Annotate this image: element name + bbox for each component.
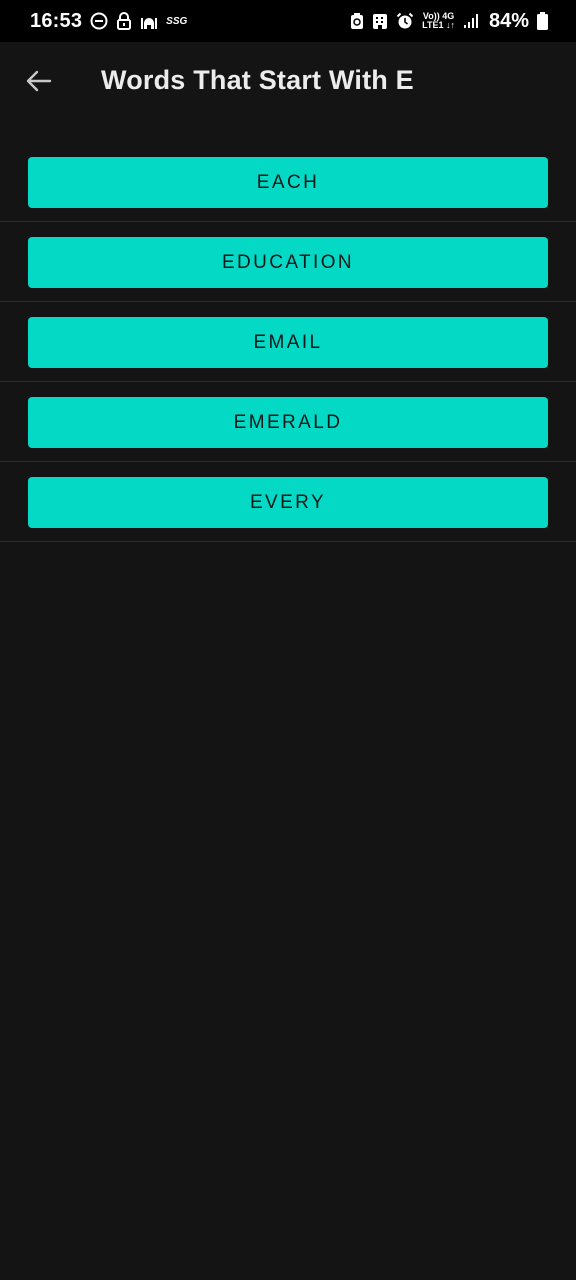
alarm-icon [396,12,414,30]
battery-icon [537,12,548,30]
signal-icon [463,13,481,29]
word-button-email[interactable]: EMAIL [28,317,548,368]
status-left: 16:53 SSG [30,10,187,33]
word-button-each[interactable]: EACH [28,157,548,208]
status-bar: 16:53 SSG Vo)) 4G LTE1 ↓↑ 84% [0,0,576,42]
list-item: EVERY [0,462,576,542]
status-right: Vo)) 4G LTE1 ↓↑ 84% [350,10,548,33]
mosque-icon [140,12,158,30]
word-list: EACH EDUCATION EMAIL EMERALD EVERY [0,142,576,542]
word-button-education[interactable]: EDUCATION [28,237,548,288]
battery-saver-icon [350,12,364,30]
app-bar: Words That Start With E [0,42,576,124]
lock-icon [116,12,132,30]
status-time: 16:53 [30,9,83,32]
building-icon [372,12,388,30]
list-item: EDUCATION [0,222,576,302]
do-not-disturb-icon [90,12,108,30]
battery-percent: 84% [488,9,529,32]
network-indicator: Vo)) 4G LTE1 ↓↑ [422,12,455,30]
word-button-every[interactable]: EVERY [28,477,548,528]
network-bottom: LTE1 ↓↑ [422,20,455,30]
page-title: Words That Start With E [101,65,414,95]
list-item: EMERALD [0,382,576,462]
arrow-left-icon [26,70,52,92]
word-button-emerald[interactable]: EMERALD [28,397,548,448]
list-item: EACH [0,142,576,222]
list-item: EMAIL [0,302,576,382]
back-button[interactable] [22,64,56,98]
carrier-badge: SSG [166,15,188,27]
